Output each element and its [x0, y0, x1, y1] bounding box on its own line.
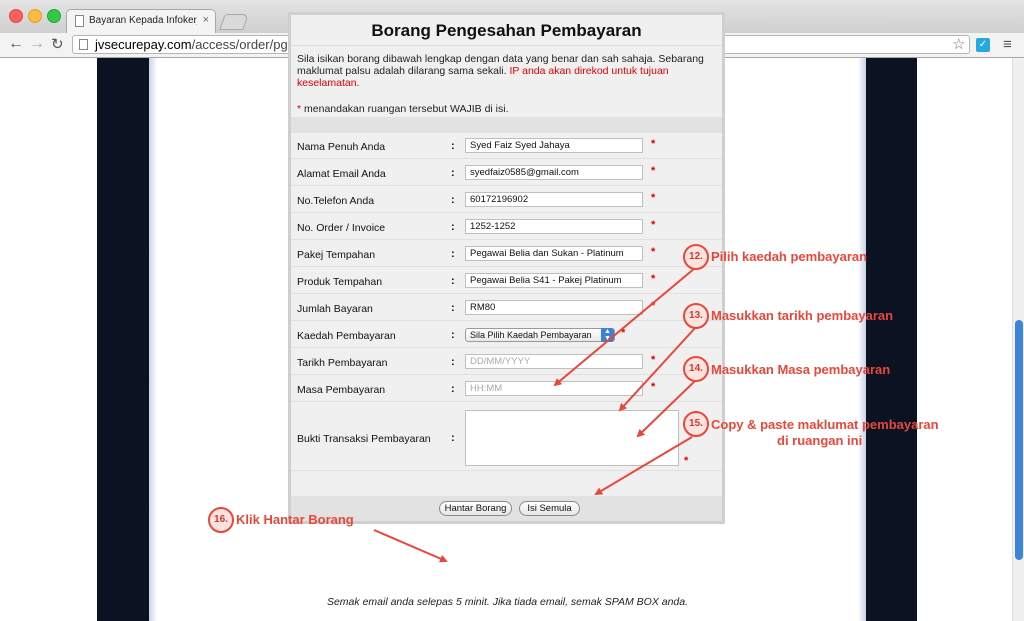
- menu-icon[interactable]: ≡: [1003, 36, 1012, 53]
- required-mark: *: [651, 381, 656, 393]
- reset-button[interactable]: Isi Semula: [519, 501, 580, 516]
- form-title: Borang Pengesahan Pembayaran: [291, 15, 722, 46]
- annotation-text-14: Masukkan Masa pembayaran: [711, 362, 891, 377]
- field-colon: :: [451, 383, 455, 395]
- annotation-text-15b: di ruangan ini: [777, 433, 863, 448]
- field-label: Nama Penuh Anda: [297, 141, 386, 153]
- bookmark-star-icon[interactable]: ☆: [952, 35, 965, 53]
- annotation-badge-16: 16.: [208, 507, 234, 533]
- url-host: jvsecurepay.com: [95, 37, 192, 52]
- payment-date-input[interactable]: DD/MM/YYYY: [465, 354, 643, 369]
- row-order: No. Order / Invoice : 1252-1252 *: [291, 214, 722, 240]
- field-colon: :: [451, 140, 455, 152]
- full-name-input[interactable]: Syed Faiz Syed Jahaya: [465, 138, 643, 153]
- footer-note: Semak email anda selepas 5 minit. Jika t…: [326, 596, 689, 608]
- back-arrow-icon[interactable]: ←: [8, 35, 24, 53]
- left-side-panel: [97, 58, 149, 621]
- field-label: Pakej Tempahan: [297, 249, 376, 261]
- row-pakej: Pakej Tempahan : Pegawai Belia dan Sukan…: [291, 241, 722, 267]
- required-mark: *: [651, 273, 656, 285]
- field-colon: :: [451, 432, 455, 444]
- order-input[interactable]: 1252-1252: [465, 219, 643, 234]
- field-colon: :: [451, 167, 455, 179]
- required-note-text: menandakan ruangan tersebut WAJIB di isi…: [304, 103, 509, 115]
- minimize-window-icon[interactable]: [28, 9, 42, 23]
- field-label: Bukti Transaksi Pembayaran: [297, 433, 431, 445]
- required-mark: *: [651, 219, 656, 231]
- field-label: Produk Tempahan: [297, 276, 383, 288]
- field-colon: :: [451, 329, 455, 341]
- row-kaedah: Kaedah Pembayaran : Sila Pilih Kaedah Pe…: [291, 322, 722, 348]
- scrollbar[interactable]: [1012, 58, 1024, 621]
- page-icon: [79, 39, 88, 50]
- row-telefon: No.Telefon Anda : 60172196902 *: [291, 187, 722, 213]
- amount-input[interactable]: RM80: [465, 300, 643, 315]
- annotation-badge-14: 14.: [683, 356, 709, 382]
- row-email: Alamat Email Anda : syedfaiz0585@gmail.c…: [291, 160, 722, 186]
- field-colon: :: [451, 248, 455, 260]
- extension-icon[interactable]: ✓: [976, 38, 990, 52]
- required-mark: *: [651, 246, 656, 258]
- field-colon: :: [451, 221, 455, 233]
- annotation-text-12: Pilih kaedah pembayaran: [711, 249, 868, 264]
- required-mark: *: [651, 192, 656, 204]
- field-colon: :: [451, 194, 455, 206]
- reload-icon[interactable]: ↻: [51, 35, 64, 53]
- required-mark: *: [651, 165, 656, 177]
- annotation-badge-15: 15.: [683, 411, 709, 437]
- annotation-text-16: Klik Hantar Borang: [236, 512, 354, 527]
- close-window-icon[interactable]: [9, 9, 23, 23]
- product-input[interactable]: Pegawai Belia S41 - Pakej Platinum: [465, 273, 643, 288]
- form-intro: Sila isikan borang dibawah lengkap denga…: [297, 53, 717, 89]
- required-mark: *: [651, 300, 656, 312]
- browser-tab[interactable]: Bayaran Kepada Infokerjay ×: [66, 9, 216, 33]
- forward-arrow-icon[interactable]: →: [29, 35, 45, 53]
- required-mark: *: [684, 455, 689, 467]
- field-label: Masa Pembayaran: [297, 384, 386, 396]
- row-bukti: Bukti Transaksi Pembayaran : *: [291, 403, 722, 471]
- annotation-text-15: Copy & paste maklumat pembayaran: [711, 417, 939, 432]
- payment-method-value: Sila Pilih Kaedah Pembayaran: [470, 330, 592, 340]
- row-nama: Nama Penuh Anda : Syed Faiz Syed Jahaya …: [291, 133, 722, 159]
- field-colon: :: [451, 356, 455, 368]
- email-input[interactable]: syedfaiz0585@gmail.com: [465, 165, 643, 180]
- required-mark: *: [297, 103, 302, 115]
- required-mark: *: [621, 327, 626, 339]
- payment-method-select[interactable]: Sila Pilih Kaedah Pembayaran ▲ ▼: [465, 328, 615, 342]
- row-produk: Produk Tempahan : Pegawai Belia S41 - Pa…: [291, 268, 722, 294]
- row-masa: Masa Pembayaran : HH:MM *: [291, 376, 722, 402]
- field-label: No.Telefon Anda: [297, 195, 375, 207]
- annotation-text-13: Masukkan tarikh pembayaran: [711, 308, 894, 323]
- package-input[interactable]: Pegawai Belia dan Sukan - Platinum: [465, 246, 643, 261]
- field-label: Alamat Email Anda: [297, 168, 386, 180]
- tab-title: Bayaran Kepada Infokerjay: [89, 15, 197, 26]
- zoom-window-icon[interactable]: [47, 9, 61, 23]
- annotation-badge-13: 13.: [683, 303, 709, 329]
- tab-close-icon[interactable]: ×: [203, 14, 209, 26]
- row-jumlah: Jumlah Bayaran : RM80 *: [291, 295, 722, 321]
- field-colon: :: [451, 302, 455, 314]
- form-buttons: Hantar Borang Isi Semula: [291, 496, 722, 521]
- field-label: Jumlah Bayaran: [297, 303, 373, 315]
- scrollbar-thumb[interactable]: [1015, 320, 1023, 560]
- required-note: * menandakan ruangan tersebut WAJIB di i…: [297, 103, 509, 115]
- payment-time-input[interactable]: HH:MM: [465, 381, 643, 396]
- required-mark: *: [651, 138, 656, 150]
- transaction-proof-textarea[interactable]: [465, 410, 679, 466]
- submit-button[interactable]: Hantar Borang: [439, 501, 512, 516]
- phone-input[interactable]: 60172196902: [465, 192, 643, 207]
- field-label: Tarikh Pembayaran: [297, 357, 388, 369]
- annotation-badge-12: 12.: [683, 244, 709, 270]
- field-colon: :: [451, 275, 455, 287]
- required-mark: *: [651, 354, 656, 366]
- page-icon: [75, 15, 84, 27]
- field-label: Kaedah Pembayaran: [297, 330, 396, 342]
- spacer-row: [291, 117, 722, 133]
- right-side-panel: [866, 58, 917, 621]
- payment-confirmation-form: Borang Pengesahan Pembayaran Sila isikan…: [288, 12, 725, 524]
- select-arrows-icon: ▲ ▼: [601, 328, 614, 342]
- field-label: No. Order / Invoice: [297, 222, 386, 234]
- row-tarikh: Tarikh Pembayaran : DD/MM/YYYY *: [291, 349, 722, 375]
- new-tab-button[interactable]: [219, 14, 249, 30]
